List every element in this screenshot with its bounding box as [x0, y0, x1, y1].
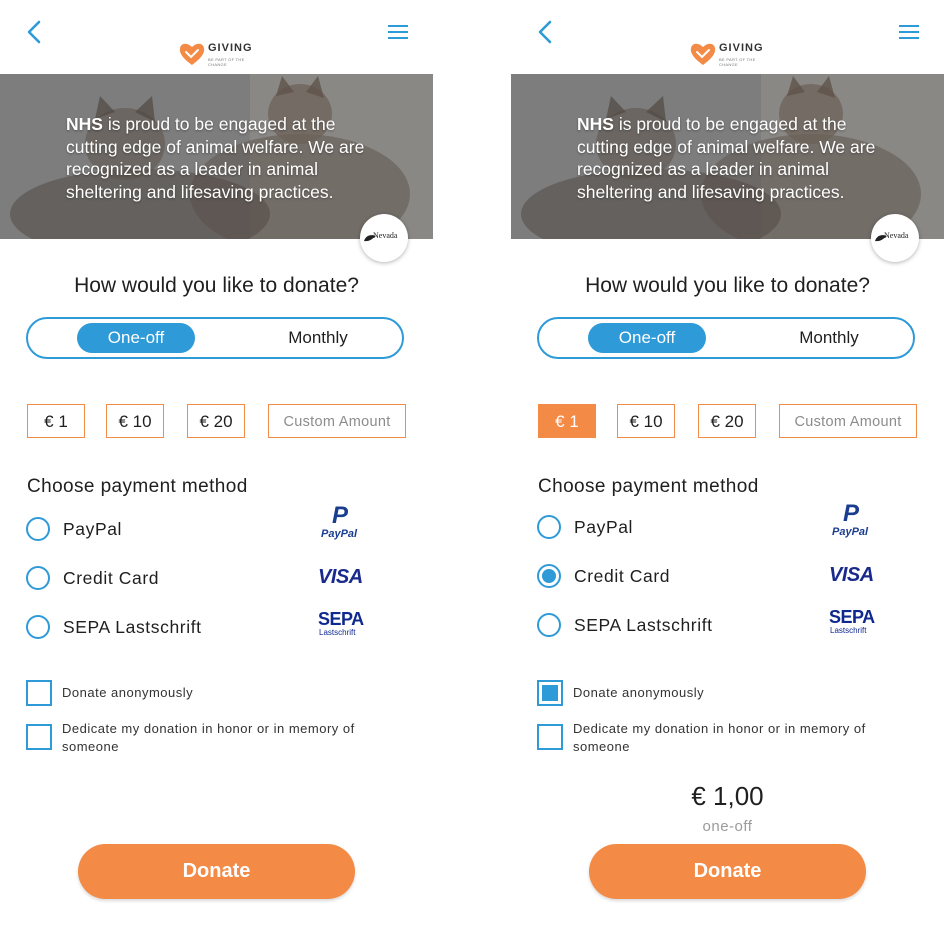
- amount-button-10[interactable]: € 10: [106, 404, 164, 438]
- donation-screen-initial: GIVING BE PART OF THE CHANGE NHS is prou…: [0, 0, 433, 938]
- visa-logo-icon: VISA: [829, 564, 874, 586]
- anonymous-option[interactable]: Donate anonymously: [26, 680, 386, 708]
- payment-option-sepa[interactable]: SEPA Lastschrift SEPA Lastschrift: [26, 609, 406, 644]
- anonymous-checkbox[interactable]: [26, 680, 52, 706]
- paypal-logo-icon: P PayPal: [832, 500, 869, 538]
- amount-button-1[interactable]: € 1: [27, 404, 85, 438]
- anonymous-label: Donate anonymously: [573, 685, 705, 700]
- frequency-toggle: One-off Monthly: [26, 317, 404, 359]
- giving-logo: GIVING BE PART OF THE CHANGE: [178, 40, 262, 70]
- amount-button-20[interactable]: € 20: [187, 404, 245, 438]
- dedicate-label: Dedicate my donation in honor or in memo…: [573, 721, 866, 754]
- menu-button[interactable]: [898, 22, 920, 42]
- brand-tagline: BE PART OF THE CHANGE: [208, 57, 245, 67]
- paypal-label: PayPal: [574, 517, 634, 537]
- org-badge-label: Nevada: [373, 231, 398, 240]
- credit-card-radio[interactable]: [26, 566, 50, 590]
- paypal-logo-icon: P PayPal: [321, 502, 358, 540]
- donate-button[interactable]: Donate: [589, 844, 866, 899]
- donate-button[interactable]: Donate: [78, 844, 355, 899]
- hero-banner: NHS is proud to be engaged at the cuttin…: [511, 74, 944, 239]
- anonymous-label: Donate anonymously: [62, 685, 194, 700]
- donation-total-frequency: one-off: [702, 818, 753, 835]
- payment-option-paypal[interactable]: PayPal P PayPal: [537, 500, 917, 544]
- hero-body-text: is proud to be engaged at the cutting ed…: [66, 114, 365, 202]
- org-acronym: NHS: [66, 114, 103, 134]
- payment-method-title: Choose payment method: [538, 476, 759, 497]
- hero-banner: NHS is proud to be engaged at the cuttin…: [0, 74, 433, 239]
- payment-option-credit-card[interactable]: Credit Card VISA: [26, 565, 406, 595]
- paypal-label: PayPal: [63, 519, 123, 539]
- sepa-radio[interactable]: [26, 615, 50, 639]
- hero-description: NHS is proud to be engaged at the cuttin…: [66, 113, 386, 203]
- giving-logo: GIVING BE PART OF THE CHANGE: [689, 40, 773, 70]
- anonymous-option[interactable]: Donate anonymously: [537, 680, 897, 708]
- frequency-option-monthly[interactable]: Monthly: [238, 323, 398, 353]
- org-logo-badge: Nevada: [360, 214, 408, 262]
- hamburger-menu-icon: [899, 25, 919, 39]
- payment-option-paypal[interactable]: PayPal P PayPal: [26, 502, 406, 546]
- back-button[interactable]: [22, 18, 48, 46]
- anonymous-checkbox[interactable]: [537, 680, 563, 706]
- payment-method-title: Choose payment method: [27, 476, 248, 497]
- custom-amount-input[interactable]: Custom Amount: [779, 404, 917, 438]
- payment-option-credit-card[interactable]: Credit Card VISA: [537, 563, 917, 593]
- chevron-left-icon: [27, 20, 41, 44]
- dedicate-option[interactable]: Dedicate my donation in honor or in memo…: [537, 721, 897, 762]
- org-acronym: NHS: [577, 114, 614, 134]
- frequency-option-one-off[interactable]: One-off: [77, 323, 195, 353]
- sepa-logo-icon: SEPA Lastschrift: [829, 607, 875, 635]
- donation-question: How would you like to donate?: [585, 274, 870, 297]
- credit-card-label: Credit Card: [574, 566, 671, 586]
- hamburger-menu-icon: [388, 25, 408, 39]
- custom-amount-input[interactable]: Custom Amount: [268, 404, 406, 438]
- org-badge-label: Nevada: [884, 231, 909, 240]
- dedicate-label: Dedicate my donation in honor or in memo…: [62, 721, 355, 754]
- amount-button-10[interactable]: € 10: [617, 404, 675, 438]
- dedicate-option[interactable]: Dedicate my donation in honor or in memo…: [26, 721, 386, 762]
- heart-hands-icon: [690, 43, 716, 65]
- payment-option-sepa[interactable]: SEPA Lastschrift SEPA Lastschrift: [537, 607, 917, 642]
- sepa-logo-icon: SEPA Lastschrift: [318, 609, 364, 637]
- dedicate-checkbox[interactable]: [537, 724, 563, 750]
- brand-name: GIVING: [719, 42, 764, 54]
- dedicate-checkbox[interactable]: [26, 724, 52, 750]
- hero-description: NHS is proud to be engaged at the cuttin…: [577, 113, 897, 203]
- chevron-left-icon: [538, 20, 552, 44]
- credit-card-label: Credit Card: [63, 568, 160, 588]
- credit-card-radio[interactable]: [537, 564, 561, 588]
- visa-logo-icon: VISA: [318, 566, 363, 588]
- hero-body-text: is proud to be engaged at the cutting ed…: [577, 114, 876, 202]
- donation-screen-filled: GIVING BE PART OF THE CHANGE NHS is prou…: [511, 0, 944, 938]
- donation-question: How would you like to donate?: [74, 274, 359, 297]
- org-logo-badge: Nevada: [871, 214, 919, 262]
- frequency-option-monthly[interactable]: Monthly: [749, 323, 909, 353]
- frequency-toggle: One-off Monthly: [537, 317, 915, 359]
- heart-hands-icon: [179, 43, 205, 65]
- amount-button-1[interactable]: € 1: [538, 404, 596, 438]
- back-button[interactable]: [533, 18, 559, 46]
- sepa-label: SEPA Lastschrift: [63, 617, 202, 637]
- paypal-radio[interactable]: [26, 517, 50, 541]
- brand-tagline: BE PART OF THE CHANGE: [719, 57, 756, 67]
- menu-button[interactable]: [387, 22, 409, 42]
- paypal-radio[interactable]: [537, 515, 561, 539]
- sepa-radio[interactable]: [537, 613, 561, 637]
- frequency-option-one-off[interactable]: One-off: [588, 323, 706, 353]
- sepa-label: SEPA Lastschrift: [574, 615, 713, 635]
- amount-button-20[interactable]: € 20: [698, 404, 756, 438]
- donation-total-amount: € 1,00: [691, 781, 764, 811]
- brand-name: GIVING: [208, 42, 253, 54]
